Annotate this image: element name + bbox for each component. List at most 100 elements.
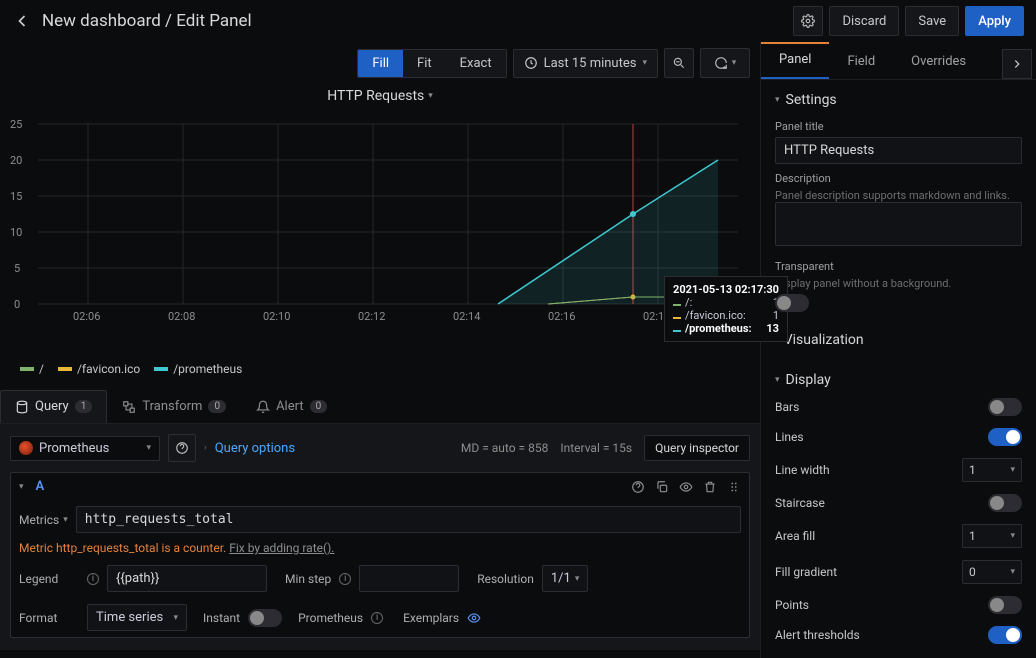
datasource-select[interactable]: Prometheus ▾ xyxy=(10,436,160,461)
copy-icon[interactable] xyxy=(655,480,669,494)
collapse-right-icon[interactable] xyxy=(1002,49,1032,79)
eye-icon[interactable] xyxy=(679,480,693,494)
metrics-label: Metrics ▾ xyxy=(19,513,68,527)
fillgradient-select[interactable]: 0▾ xyxy=(962,560,1022,584)
chevron-down-icon[interactable]: ▾ xyxy=(63,515,68,525)
legend-item[interactable]: / xyxy=(20,362,44,376)
trash-icon[interactable] xyxy=(703,480,717,494)
areafill-select[interactable]: 1▾ xyxy=(962,524,1022,548)
prometheus-label: Prometheus xyxy=(298,611,363,625)
time-range-button[interactable]: Last 15 minutes ▾ xyxy=(513,49,658,78)
bars-toggle[interactable] xyxy=(988,398,1022,416)
fillgradient-label: Fill gradient xyxy=(775,565,837,579)
question-icon xyxy=(175,441,189,455)
chevron-down-icon[interactable]: ▾ xyxy=(19,482,24,492)
lines-label: Lines xyxy=(775,430,804,444)
interval-info: Interval = 15s xyxy=(560,441,632,455)
transform-icon xyxy=(122,400,136,414)
chevron-right-icon xyxy=(1010,57,1024,71)
description-help: Panel description supports markdown and … xyxy=(775,189,1022,202)
minstep-input[interactable] xyxy=(359,565,459,592)
section-display[interactable]: ▾Display xyxy=(775,368,1022,392)
chevron-down-icon: ▾ xyxy=(642,58,647,68)
apply-button[interactable]: Apply xyxy=(965,6,1024,36)
query-letter: A xyxy=(36,479,45,494)
svg-text:02:12: 02:12 xyxy=(358,310,385,323)
svg-text:10: 10 xyxy=(10,226,22,239)
question-icon[interactable] xyxy=(631,480,645,494)
legend-input[interactable] xyxy=(107,565,267,592)
tab-overrides[interactable]: Overrides xyxy=(893,44,984,79)
legend-item[interactable]: /prometheus xyxy=(154,362,242,376)
fit-button[interactable]: Fit xyxy=(403,50,446,77)
svg-text:20: 20 xyxy=(10,154,22,167)
chevron-down-icon: ▾ xyxy=(146,443,151,453)
tab-alert[interactable]: Alert 0 xyxy=(241,390,342,423)
bell-icon xyxy=(256,400,270,414)
prometheus-logo-icon xyxy=(19,441,33,455)
points-toggle[interactable] xyxy=(988,596,1022,614)
query-inspector-button[interactable]: Query inspector xyxy=(644,435,750,461)
tab-field[interactable]: Field xyxy=(829,44,893,79)
staircase-label: Staircase xyxy=(775,496,825,510)
refresh-button[interactable]: ▾ xyxy=(700,48,750,78)
panel-title-input[interactable] xyxy=(775,137,1022,164)
chevron-down-icon: ▾ xyxy=(732,58,737,68)
info-icon[interactable]: i xyxy=(87,573,99,585)
resolution-label: Resolution xyxy=(477,572,534,586)
linewidth-select[interactable]: 1▾ xyxy=(962,458,1022,482)
chart-legend: / /favicon.ico /prometheus xyxy=(0,358,760,380)
svg-text:5: 5 xyxy=(14,262,20,275)
panel-title: HTTP Requests xyxy=(327,88,424,104)
datasource-help-button[interactable] xyxy=(168,434,196,462)
instant-toggle[interactable] xyxy=(248,609,282,627)
description-label: Description xyxy=(775,172,1022,185)
metric-input[interactable] xyxy=(76,506,741,533)
legend-item[interactable]: /favicon.ico xyxy=(58,362,140,376)
transparent-help: Display panel without a background. xyxy=(775,277,1022,290)
section-settings[interactable]: ▾Settings xyxy=(775,88,1022,112)
panel-title-label: Panel title xyxy=(775,120,1022,133)
info-icon[interactable]: i xyxy=(371,612,383,624)
bars-label: Bars xyxy=(775,400,799,414)
format-select[interactable]: Time series▾ xyxy=(87,604,187,631)
alertthresh-toggle[interactable] xyxy=(988,626,1022,644)
clock-icon xyxy=(524,56,538,70)
grip-icon[interactable] xyxy=(727,480,741,494)
tab-query[interactable]: Query 1 xyxy=(0,390,107,423)
svg-text:25: 25 xyxy=(10,118,22,131)
transparent-label: Transparent xyxy=(775,260,1022,273)
svg-text:02:10: 02:10 xyxy=(263,310,290,323)
description-input[interactable] xyxy=(775,202,1022,246)
svg-text:02:08: 02:08 xyxy=(168,310,195,323)
svg-text:02:06: 02:06 xyxy=(73,310,100,323)
resolution-select[interactable]: 1/1▾ xyxy=(542,565,589,592)
chart[interactable]: 25 20 15 10 5 0 02:06 02:08 02:10 02:12 … xyxy=(8,108,748,328)
lines-toggle[interactable] xyxy=(988,428,1022,446)
exact-button[interactable]: Exact xyxy=(446,50,506,77)
tab-panel[interactable]: Panel xyxy=(761,42,829,79)
counter-warning: Metric http_requests_total is a counter.… xyxy=(11,539,749,559)
format-label: Format xyxy=(19,611,79,625)
settings-button[interactable] xyxy=(793,6,823,36)
info-icon[interactable]: i xyxy=(339,573,351,585)
transparent-toggle[interactable] xyxy=(775,294,809,312)
svg-text:15: 15 xyxy=(10,190,22,203)
areafill-label: Area fill xyxy=(775,529,815,543)
query-options-link[interactable]: Query options xyxy=(215,441,295,456)
fix-rate-link[interactable]: Fix by adding rate(). xyxy=(229,541,334,555)
back-icon[interactable] xyxy=(12,11,32,31)
section-visualization[interactable]: ›Visualization xyxy=(775,328,1022,352)
viewmode-group: Fill Fit Exact xyxy=(357,49,506,78)
eye-icon[interactable] xyxy=(467,611,481,625)
alertthresh-label: Alert thresholds xyxy=(775,628,860,642)
tab-transform[interactable]: Transform 0 xyxy=(107,390,241,423)
zoom-out-button[interactable] xyxy=(664,48,694,78)
fill-button[interactable]: Fill xyxy=(358,50,403,77)
minstep-label: Min step xyxy=(285,572,331,586)
staircase-toggle[interactable] xyxy=(988,494,1022,512)
save-button[interactable]: Save xyxy=(905,6,959,36)
refresh-icon xyxy=(714,56,728,70)
discard-button[interactable]: Discard xyxy=(829,6,899,36)
chevron-down-icon[interactable]: ▾ xyxy=(428,91,433,101)
